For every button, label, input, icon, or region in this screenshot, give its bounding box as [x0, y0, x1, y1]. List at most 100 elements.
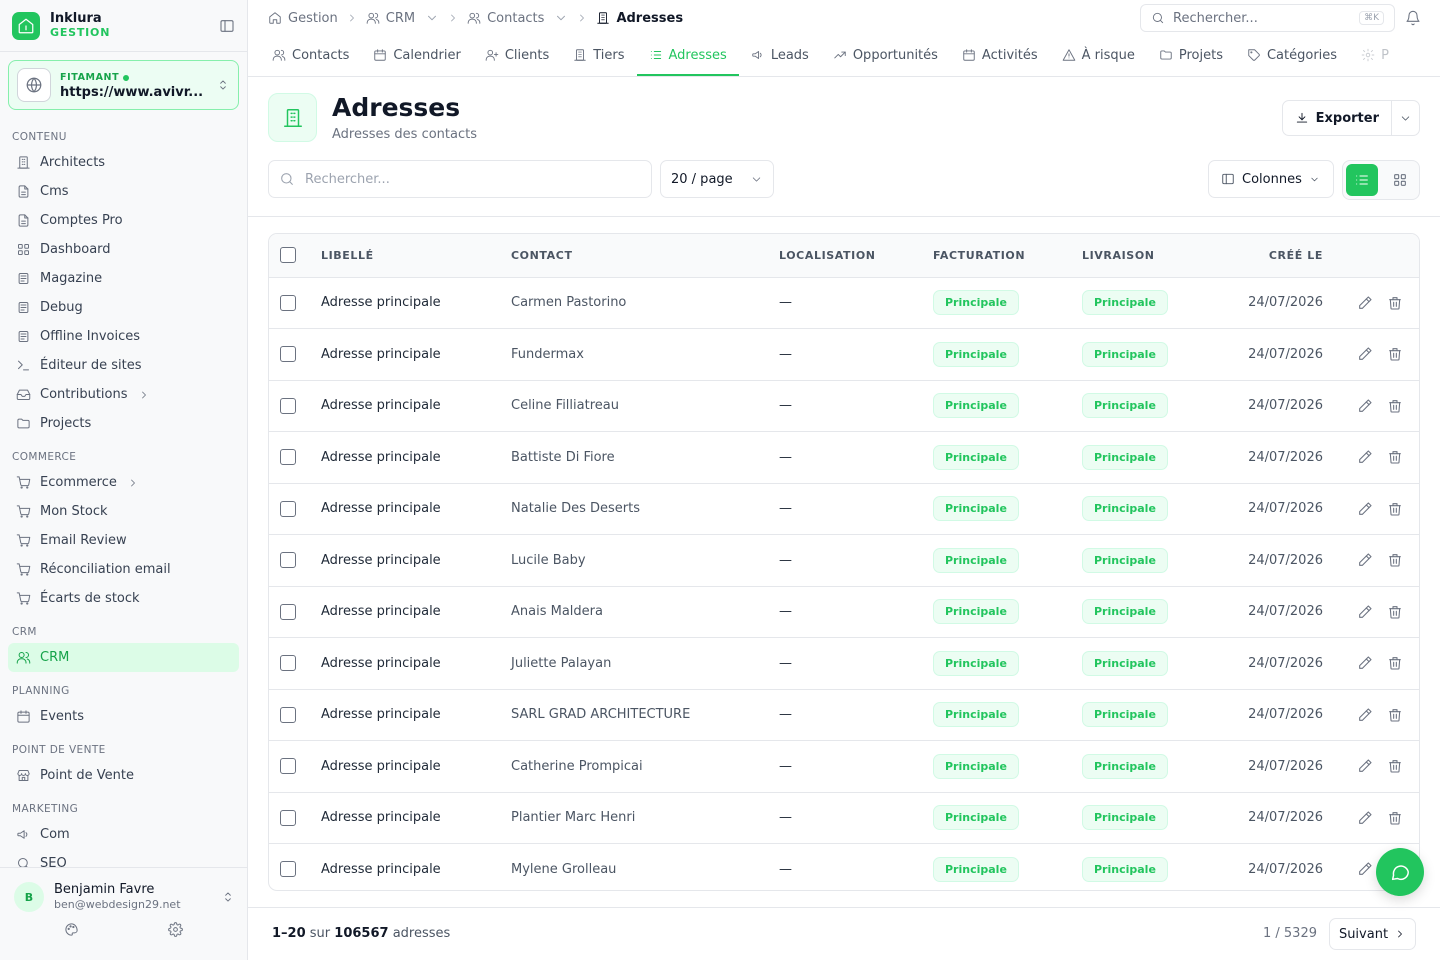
cell-contact[interactable]: Carmen Pastorino: [511, 277, 779, 329]
sidebar-item-architects[interactable]: Architects: [8, 148, 239, 177]
gear-icon[interactable]: [167, 922, 183, 937]
row-checkbox[interactable]: [280, 449, 296, 466]
sidebar-item-ecommerce[interactable]: Ecommerce: [8, 468, 239, 497]
row-checkbox[interactable]: [280, 500, 296, 517]
table-row[interactable]: Adresse principale Mylene Grolleau — Princi…: [269, 844, 1419, 891]
tab-tiers[interactable]: Tiers: [561, 36, 636, 76]
user-menu[interactable]: B Benjamin Favre ben@webdesign29.net: [0, 868, 247, 912]
col-contact[interactable]: CONTACT: [511, 234, 779, 278]
export-button[interactable]: Exporter: [1283, 101, 1391, 135]
breadcrumb-gestion[interactable]: Gestion: [268, 11, 338, 26]
row-checkbox[interactable]: [280, 397, 296, 414]
cell-contact[interactable]: Catherine Prompicai: [511, 741, 779, 793]
sidebar-item-ecarts-de-stock[interactable]: Écarts de stock: [8, 584, 239, 613]
sidebar-item-reconciliation-email[interactable]: Réconciliation email: [8, 555, 239, 584]
table-row[interactable]: Adresse principale Anais Maldera — Principa…: [269, 586, 1419, 638]
tab-activites[interactable]: Activités: [950, 36, 1050, 76]
cell-contact[interactable]: Lucile Baby: [511, 535, 779, 587]
cell-contact[interactable]: Natalie Des Deserts: [511, 483, 779, 535]
table-row[interactable]: Adresse principale Natalie Des Deserts — Pr…: [269, 483, 1419, 535]
cell-contact[interactable]: SARL GRAD ARCHITECTURE: [511, 689, 779, 741]
row-checkbox[interactable]: [280, 655, 296, 672]
table-row[interactable]: Adresse principale Plantier Marc Henri — Pr…: [269, 792, 1419, 844]
row-checkbox[interactable]: [280, 758, 296, 775]
row-checkbox[interactable]: [280, 294, 296, 311]
cell-contact[interactable]: Anais Maldera: [511, 586, 779, 638]
col-localisation[interactable]: LOCALISATION: [779, 234, 933, 278]
pencil-icon[interactable]: [1357, 861, 1373, 877]
pencil-icon[interactable]: [1357, 552, 1373, 568]
sidebar-item-contributions[interactable]: Contributions: [8, 380, 239, 409]
table-row[interactable]: Adresse principale Fundermax — Principale Pr…: [269, 329, 1419, 381]
trash-icon[interactable]: [1387, 346, 1403, 362]
pencil-icon[interactable]: [1357, 655, 1373, 671]
cell-contact[interactable]: Celine Filliatreau: [511, 380, 779, 432]
trash-icon[interactable]: [1387, 758, 1403, 774]
trash-icon[interactable]: [1387, 604, 1403, 620]
sidebar-item-projects[interactable]: Projects: [8, 409, 239, 438]
columns-button[interactable]: Colonnes: [1208, 160, 1334, 198]
sidebar-item-offline-invoices[interactable]: Offline Invoices: [8, 322, 239, 351]
pencil-icon[interactable]: [1357, 449, 1373, 465]
table-row[interactable]: Adresse principale Lucile Baby — Principale…: [269, 535, 1419, 587]
cell-contact[interactable]: Battiste Di Fiore: [511, 432, 779, 484]
list-view-button[interactable]: [1346, 164, 1378, 196]
row-checkbox[interactable]: [280, 809, 296, 826]
brand-logo-icon[interactable]: [12, 11, 40, 40]
pencil-icon[interactable]: [1357, 758, 1373, 774]
pencil-icon[interactable]: [1357, 604, 1373, 620]
row-checkbox[interactable]: [280, 603, 296, 620]
breadcrumb-contacts[interactable]: Contacts: [467, 11, 568, 26]
trash-icon[interactable]: [1387, 552, 1403, 568]
export-dropdown-button[interactable]: [1391, 101, 1419, 135]
global-search[interactable]: Rechercher... ⌘K: [1140, 4, 1395, 32]
select-all-checkbox[interactable]: [280, 247, 296, 264]
site-switcher[interactable]: FITAMANT https://www.avivr...: [8, 60, 239, 110]
row-checkbox[interactable]: [280, 706, 296, 723]
chat-button[interactable]: [1376, 848, 1424, 896]
sidebar-item-mon-stock[interactable]: Mon Stock: [8, 497, 239, 526]
tab-leads[interactable]: Leads: [739, 36, 821, 76]
sidebar-item-magazine[interactable]: Magazine: [8, 264, 239, 293]
row-checkbox[interactable]: [280, 861, 296, 878]
col-libelle[interactable]: LIBELLÉ: [321, 234, 511, 278]
sidebar-toggle-icon[interactable]: [219, 18, 235, 34]
row-checkbox[interactable]: [280, 346, 296, 363]
pencil-icon[interactable]: [1357, 707, 1373, 723]
sidebar-item-debug[interactable]: Debug: [8, 293, 239, 322]
tab-opportunites[interactable]: Opportunités: [821, 36, 950, 76]
trash-icon[interactable]: [1387, 449, 1403, 465]
tab-p[interactable]: P: [1349, 36, 1401, 76]
tab-categories[interactable]: Catégories: [1235, 36, 1349, 76]
col-facturation[interactable]: FACTURATION: [933, 234, 1082, 278]
table-row[interactable]: Adresse principale Juliette Palayan — Princ…: [269, 638, 1419, 689]
table-row[interactable]: Adresse principale Battiste Di Fiore — Prin…: [269, 432, 1419, 484]
trash-icon[interactable]: [1387, 398, 1403, 414]
pencil-icon[interactable]: [1357, 398, 1373, 414]
table-search-input[interactable]: [305, 171, 625, 187]
tab-adresses[interactable]: Adresses: [636, 36, 739, 76]
pencil-icon[interactable]: [1357, 501, 1373, 517]
sidebar-item-crm[interactable]: CRM: [8, 643, 239, 672]
tab-calendrier[interactable]: Calendrier: [361, 36, 472, 76]
table-row[interactable]: Adresse principale Celine Filliatreau — Pri…: [269, 380, 1419, 432]
per-page-select[interactable]: 20 / page: [660, 160, 774, 198]
table-row[interactable]: Adresse principale Catherine Prompicai — Pr…: [269, 741, 1419, 793]
sidebar-item-com[interactable]: Com: [8, 820, 239, 849]
cell-contact[interactable]: Fundermax: [511, 329, 779, 381]
bell-icon[interactable]: [1405, 10, 1421, 26]
breadcrumb-crm[interactable]: CRM: [366, 11, 439, 26]
trash-icon[interactable]: [1387, 295, 1403, 311]
sidebar-item-email-review[interactable]: Email Review: [8, 526, 239, 555]
cell-contact[interactable]: Mylene Grolleau: [511, 844, 779, 891]
next-page-button[interactable]: Suivant: [1329, 918, 1416, 950]
sidebar-item-cms[interactable]: Cms: [8, 177, 239, 206]
tab-contacts[interactable]: Contacts: [260, 36, 361, 76]
sidebar-item-events[interactable]: Events: [8, 702, 239, 731]
row-checkbox[interactable]: [280, 552, 296, 569]
sidebar-item-dashboard[interactable]: Dashboard: [8, 235, 239, 264]
trash-icon[interactable]: [1387, 810, 1403, 826]
tab-clients[interactable]: Clients: [473, 36, 561, 76]
sidebar-item-comptes-pro[interactable]: Comptes Pro: [8, 206, 239, 235]
col-livraison[interactable]: LIVRAISON: [1082, 234, 1232, 278]
